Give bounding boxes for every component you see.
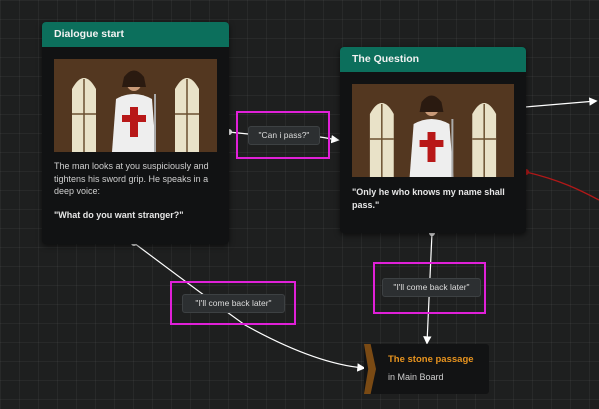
dialogue-node-start[interactable]: Dialogue start The man looks at you susp… (42, 22, 229, 244)
dialogue-node-question[interactable]: The Question "Only he who knows my name … (340, 47, 526, 233)
jump-target-board: in Main Board (388, 372, 444, 382)
knight-templar-image (352, 84, 514, 177)
wire-question-out-red (525, 171, 599, 201)
wire-question-out-top (524, 97, 598, 108)
knight-templar-image (54, 59, 217, 152)
node-quote: "What do you want stranger?" (54, 210, 184, 220)
node-description: The man looks at you suspiciously and ti… (54, 161, 209, 196)
choice-come-back-later-left[interactable]: "I'll come back later" (182, 294, 285, 313)
chevron-portal-icon (364, 344, 376, 394)
choice-can-i-pass[interactable]: "Can i pass?" (248, 126, 320, 145)
jump-node-stone-passage[interactable]: The stone passage in Main Board (364, 344, 489, 394)
node-title: The Question (340, 47, 526, 72)
node-title: Dialogue start (42, 22, 229, 47)
jump-target-title: The stone passage (388, 354, 474, 365)
node-quote: "Only he who knows my name shall pass." (352, 187, 505, 210)
choice-come-back-later-right[interactable]: "I'll come back later" (382, 278, 481, 297)
